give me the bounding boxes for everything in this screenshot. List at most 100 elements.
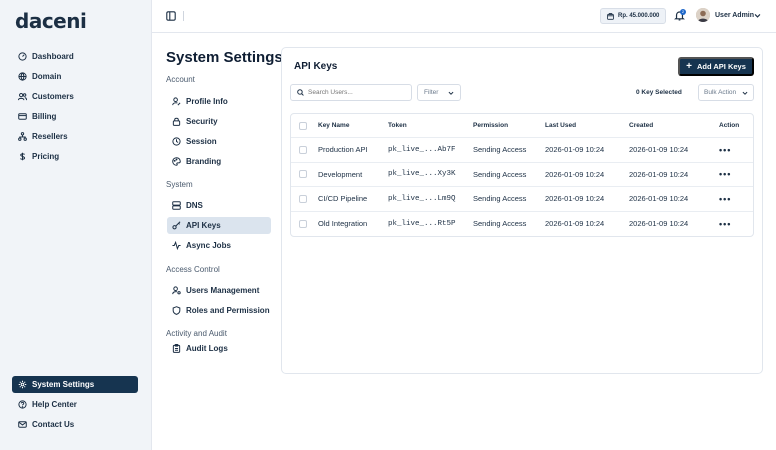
gauge-icon (17, 52, 27, 62)
key-token: pk_live_...Rt5P (388, 219, 456, 228)
settings-item-label: API Keys (186, 221, 221, 230)
settings-item-dns[interactable]: DNS (167, 197, 271, 214)
key-created: 2026-01-09 10:24 (629, 169, 689, 179)
chevron-down-icon[interactable] (754, 12, 761, 21)
add-api-keys-button[interactable]: + Add API Keys (678, 57, 754, 76)
more-actions-icon[interactable]: ••• (719, 194, 731, 204)
sidebar-item-system-settings[interactable]: System Settings (12, 376, 138, 393)
credit-card-icon (17, 112, 27, 122)
key-last-used: 2026-01-09 10:24 (545, 194, 605, 204)
more-actions-icon[interactable]: ••• (719, 145, 731, 155)
sidebar-item-resellers[interactable]: Resellers (12, 128, 138, 145)
section-account-label: Account (166, 75, 195, 84)
filter-dropdown[interactable]: Filter (417, 84, 461, 101)
settings-item-audit-logs[interactable]: Audit Logs (167, 340, 271, 357)
key-name: CI/CD Pipeline (318, 194, 368, 204)
sidebar-item-help-center[interactable]: Help Center (12, 396, 138, 413)
key-name: Development (318, 169, 363, 179)
avatar[interactable] (696, 8, 710, 22)
top-header: Rp. 45.000.000 2 User Admin (152, 0, 776, 33)
mail-icon (17, 420, 27, 430)
row-checkbox[interactable] (299, 219, 307, 228)
balance-badge[interactable]: Rp. 45.000.000 (600, 8, 667, 24)
key-last-used: 2026-01-09 10:24 (545, 219, 605, 229)
network-icon (17, 132, 27, 142)
row-checkbox[interactable] (299, 170, 307, 179)
column-header-last-used[interactable]: Last Used (545, 122, 576, 129)
wallet-icon (607, 12, 614, 20)
more-actions-icon[interactable]: ••• (719, 169, 731, 179)
table-row[interactable]: Old Integration pk_live_...Rt5P Sending … (291, 212, 753, 237)
filter-label: Filter (424, 89, 439, 96)
row-checkbox[interactable] (299, 194, 307, 203)
table-header-row: Key Name Token Permission Last Used Crea… (291, 114, 753, 138)
bulk-action-dropdown[interactable]: Bulk Action (698, 84, 754, 101)
column-header-action: Action (719, 122, 740, 129)
column-header-key-name[interactable]: Key Name (318, 122, 349, 129)
sidebar-toggle-icon[interactable] (166, 11, 176, 21)
sidebar-item-label: Dashboard (32, 52, 74, 61)
settings-item-security[interactable]: Security (167, 113, 271, 130)
settings-item-roles-permission[interactable]: Roles and Permission (167, 302, 271, 319)
settings-item-session[interactable]: Session (167, 133, 271, 150)
settings-item-label: Users Management (186, 286, 260, 295)
settings-item-users-management[interactable]: Users Management (167, 282, 271, 299)
key-token: pk_live_...Xy3K (388, 170, 456, 179)
sidebar-item-billing[interactable]: Billing (12, 108, 138, 125)
sidebar-item-label: Billing (32, 112, 57, 121)
brand-name: daceni (15, 9, 87, 33)
key-name: Production API (318, 145, 368, 155)
search-icon (297, 89, 304, 96)
sidebar-item-label: Resellers (32, 132, 68, 141)
sidebar-item-contact-us[interactable]: Contact Us (12, 416, 138, 433)
key-permission: Sending Access (473, 145, 527, 155)
server-icon (171, 201, 181, 211)
help-icon (17, 400, 27, 410)
sidebar-item-dashboard[interactable]: Dashboard (12, 48, 138, 65)
sidebar-item-label: System Settings (32, 380, 95, 389)
search-box (290, 84, 412, 101)
section-system-label: System (166, 180, 193, 189)
key-icon (171, 221, 181, 231)
dollar-icon (17, 152, 27, 162)
section-activity-label: Activity and Audit (166, 329, 227, 338)
settings-item-label: Session (186, 137, 217, 146)
select-all-checkbox[interactable] (299, 121, 307, 130)
column-header-permission[interactable]: Permission (473, 122, 508, 129)
sidebar-item-label: Customers (32, 92, 74, 101)
card-title: API Keys (294, 61, 338, 72)
lock-icon (171, 117, 181, 127)
table-row[interactable]: Production API pk_live_...Ab7F Sending A… (291, 138, 753, 163)
more-actions-icon[interactable]: ••• (719, 219, 731, 229)
settings-item-branding[interactable]: Branding (167, 153, 271, 170)
key-permission: Sending Access (473, 169, 527, 179)
column-header-created[interactable]: Created (629, 122, 653, 129)
settings-item-label: Async Jobs (186, 241, 231, 250)
key-permission: Sending Access (473, 219, 527, 229)
settings-item-label: Audit Logs (186, 344, 228, 353)
section-access-control-label: Access Control (166, 265, 220, 274)
header-divider (183, 11, 184, 21)
brand-logo[interactable]: daceni (15, 9, 87, 36)
sidebar-item-label: Contact Us (32, 420, 75, 429)
sidebar-item-pricing[interactable]: Pricing (12, 148, 138, 165)
shield-icon (171, 306, 181, 316)
row-checkbox[interactable] (299, 145, 307, 154)
sidebar-main-nav: Dashboard Domain Customers Billing Resel… (12, 48, 138, 168)
table-row[interactable]: CI/CD Pipeline pk_live_...Lm9Q Sending A… (291, 187, 753, 212)
settings-item-profile-info[interactable]: Profile Info (167, 93, 271, 110)
gear-icon (17, 380, 27, 390)
user-name[interactable]: User Admin (715, 12, 754, 19)
table-row[interactable]: Development pk_live_...Xy3K Sending Acce… (291, 163, 753, 187)
sidebar-item-domain[interactable]: Domain (12, 68, 138, 85)
sidebar-item-customers[interactable]: Customers (12, 88, 138, 105)
settings-item-label: Profile Info (186, 97, 228, 106)
add-button-label: Add API Keys (696, 62, 746, 71)
settings-item-api-keys[interactable]: API Keys (167, 217, 271, 234)
settings-item-async-jobs[interactable]: Async Jobs (167, 237, 271, 254)
activity-icon (171, 241, 181, 251)
key-last-used: 2026-01-09 10:24 (545, 169, 605, 179)
globe-icon (17, 72, 27, 82)
search-input[interactable] (308, 89, 403, 96)
column-header-token[interactable]: Token (388, 122, 407, 129)
